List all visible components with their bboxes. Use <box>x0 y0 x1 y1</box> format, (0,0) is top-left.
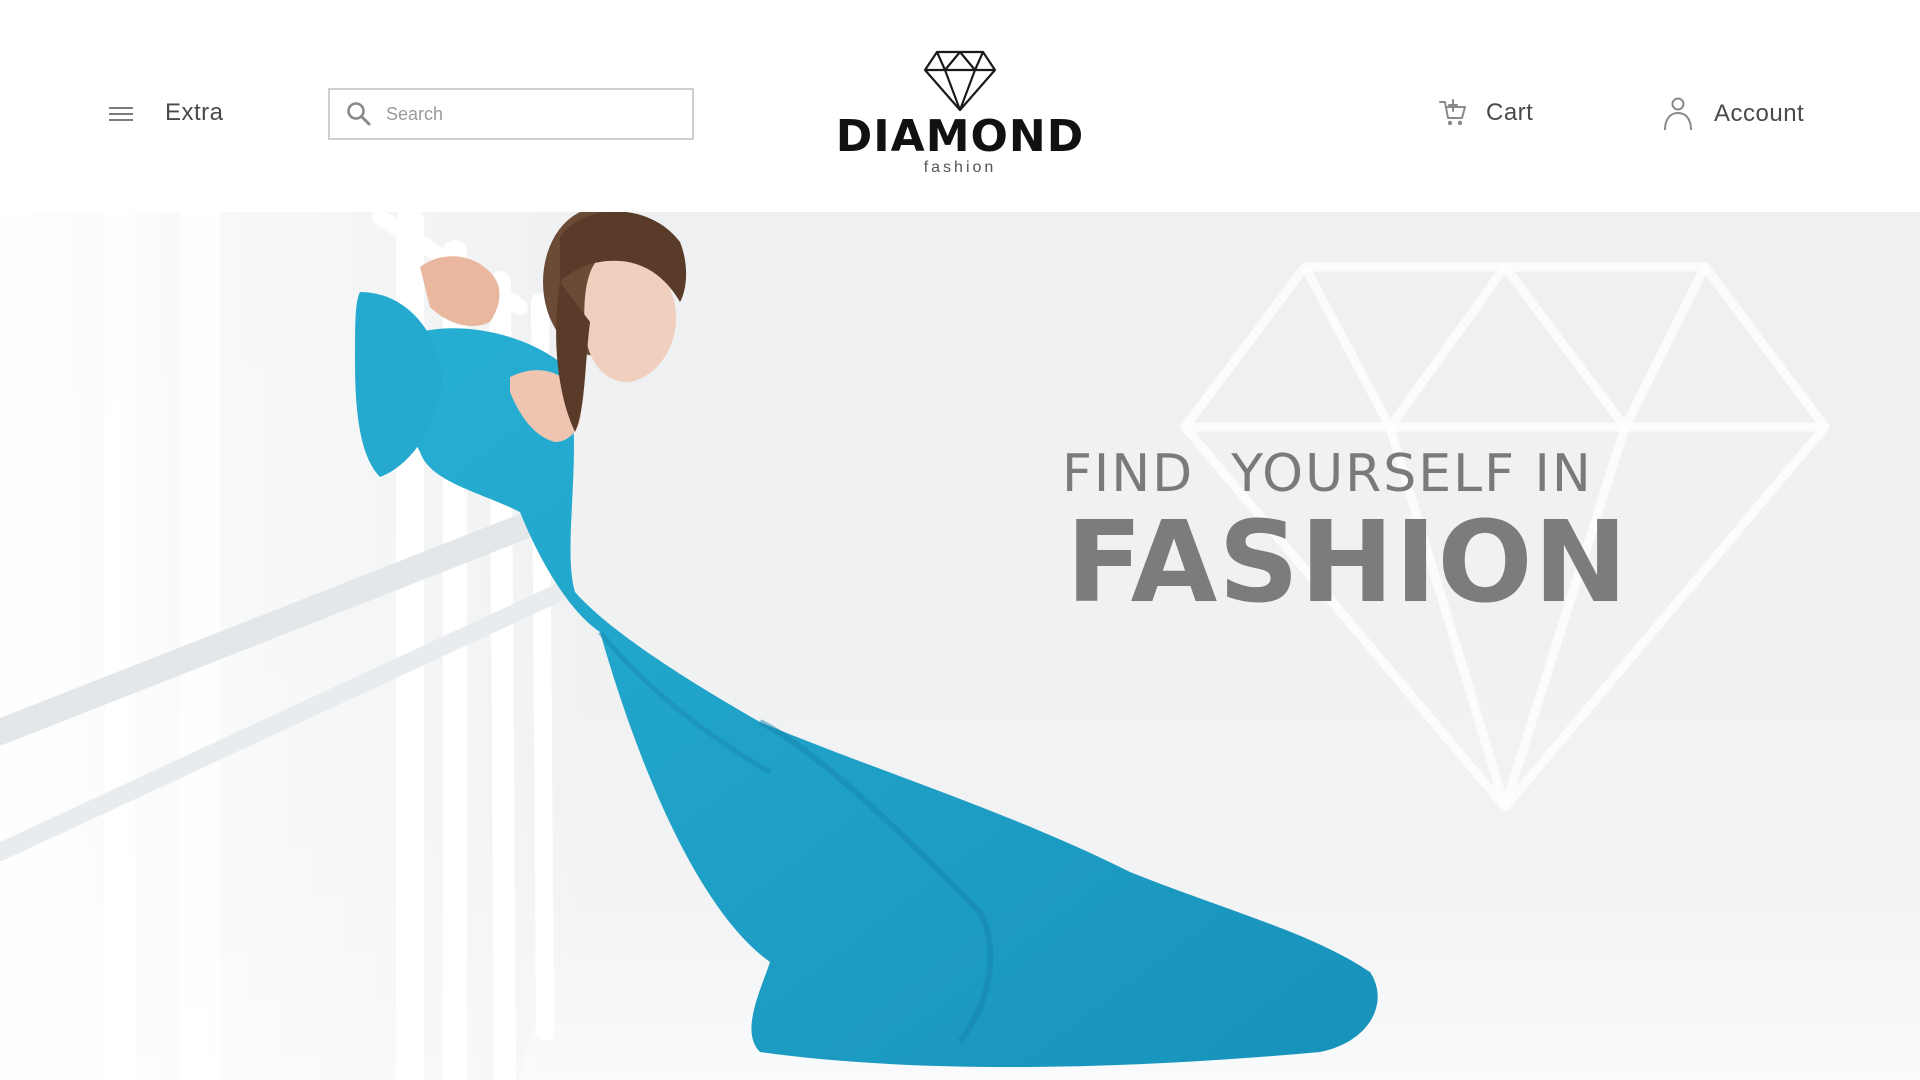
logo-subtitle: fashion <box>923 159 997 176</box>
hero-image <box>0 212 1920 1080</box>
search-icon <box>347 102 371 126</box>
site-logo[interactable]: DIAMOND fashion <box>820 50 1100 190</box>
site-header: Extra DIAMOND fashion <box>0 0 1920 212</box>
hero-headline: FIND YOURSELF IN FASHION <box>1062 444 1628 622</box>
account-label[interactable]: Account <box>1714 100 1804 128</box>
diamond-icon <box>923 50 997 112</box>
cart-icon <box>1439 99 1466 126</box>
search-input[interactable] <box>384 102 678 126</box>
user-icon <box>1664 97 1692 131</box>
search-box[interactable] <box>328 88 694 140</box>
hamburger-icon[interactable] <box>109 103 133 123</box>
cart-button[interactable]: Cart <box>1438 98 1533 128</box>
headline-line1: FIND YOURSELF IN <box>1062 444 1593 504</box>
menu-label[interactable]: Extra <box>165 99 224 127</box>
hero-banner: FIND YOURSELF IN FASHION <box>0 212 1920 1080</box>
logo-name: DIAMOND <box>835 111 1085 162</box>
account-button[interactable]: Account <box>1662 96 1804 132</box>
menu-button[interactable]: Extra <box>109 99 224 127</box>
headline-line2: FASHION <box>1066 498 1629 628</box>
cart-label[interactable]: Cart <box>1486 99 1533 127</box>
